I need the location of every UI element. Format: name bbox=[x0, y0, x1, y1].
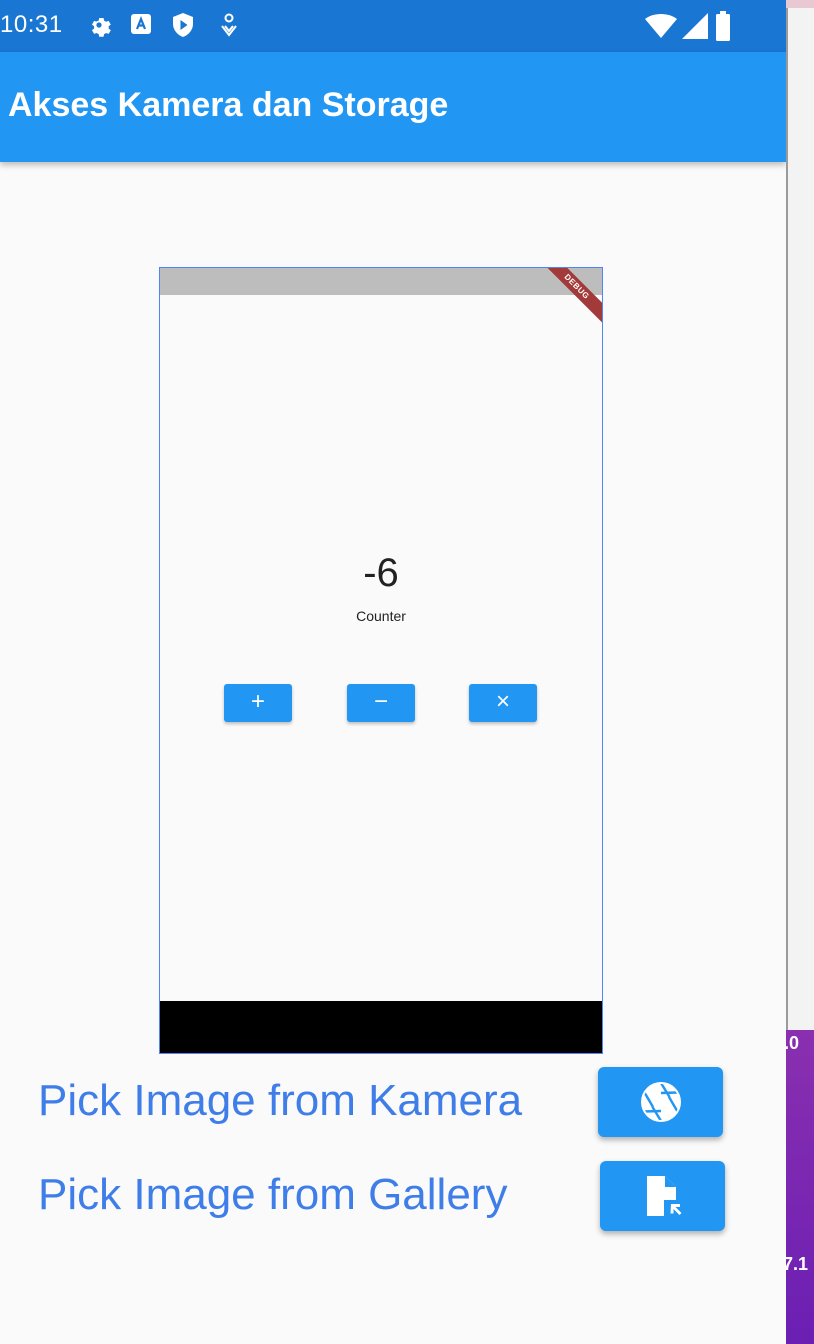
camera-shutter-icon bbox=[640, 1082, 681, 1122]
reset-button: × bbox=[469, 684, 537, 722]
image-preview: DEBUG -6 Counter + − × bbox=[159, 267, 603, 1054]
decrement-button: − bbox=[347, 684, 415, 722]
a-icon bbox=[131, 14, 151, 34]
background-text-1: .0 bbox=[786, 1033, 800, 1053]
location-icon bbox=[221, 13, 237, 37]
shield-play-icon bbox=[173, 13, 193, 37]
preview-nav-bar bbox=[160, 1001, 602, 1053]
signal-icon bbox=[682, 13, 708, 39]
app-title: Akses Kamera dan Storage bbox=[8, 86, 449, 124]
desktop-wallpaper bbox=[786, 1030, 814, 1344]
increment-button: + bbox=[224, 684, 292, 722]
background-text-2: 7.1 bbox=[786, 1254, 809, 1274]
gallery-label: Pick Image from Gallery bbox=[38, 1170, 508, 1219]
gear-icon bbox=[91, 17, 111, 37]
file-pick-icon bbox=[646, 1176, 681, 1216]
app-bar: Akses Kamera dan Storage bbox=[0, 52, 786, 162]
background-window-top bbox=[786, 0, 814, 8]
status-bar: 10:31 bbox=[0, 0, 786, 52]
background-window-edge bbox=[786, 8, 788, 1030]
camera-button[interactable] bbox=[598, 1067, 723, 1137]
counter-label: Counter bbox=[356, 608, 406, 624]
phone-screen: 10:31 Akses Kamera dan Storage DEBUG -6 … bbox=[0, 0, 786, 1344]
wifi-icon bbox=[645, 14, 677, 38]
preview-status-bar bbox=[160, 268, 602, 295]
battery-icon bbox=[716, 11, 730, 41]
background-window-strip: .0 7.1 bbox=[786, 0, 814, 1344]
status-time: 10:31 bbox=[0, 11, 63, 38]
gallery-button[interactable] bbox=[600, 1161, 725, 1231]
counter-value: -6 bbox=[363, 551, 399, 595]
camera-label: Pick Image from Kamera bbox=[38, 1076, 523, 1125]
